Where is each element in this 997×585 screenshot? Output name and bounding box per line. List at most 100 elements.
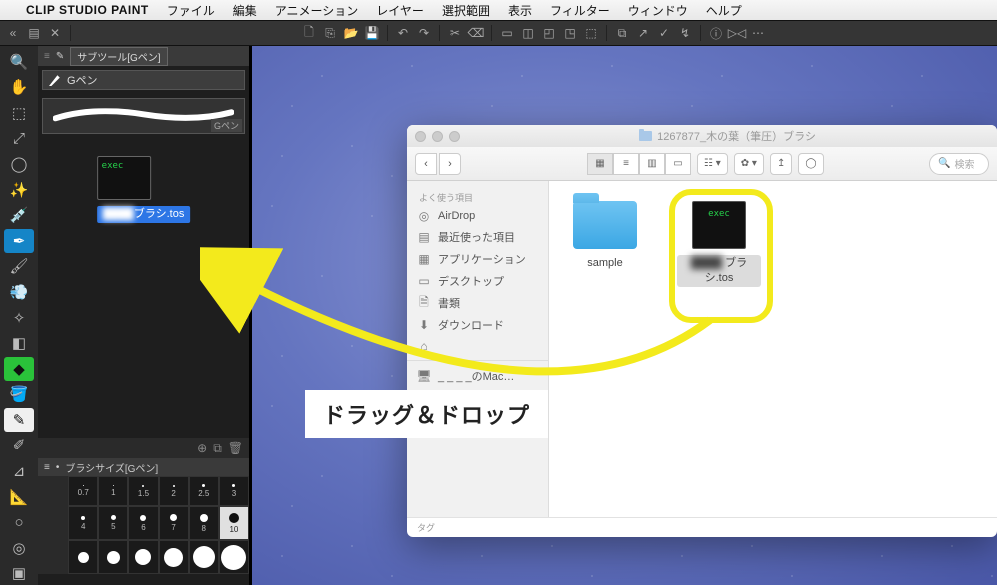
size-cell[interactable]: 1 (98, 476, 128, 506)
traffic-lights[interactable] (415, 131, 460, 142)
menu-filter[interactable]: フィルター (550, 2, 610, 19)
swatch-tool[interactable]: ▣ (4, 562, 34, 585)
size-cell[interactable]: 7 (159, 506, 189, 540)
share-button[interactable]: ↥ (770, 153, 792, 175)
new-subtool-icon[interactable]: ⊕ (197, 441, 207, 455)
play-icon[interactable]: ▷◁ (728, 24, 746, 42)
sel5-icon[interactable]: ⬚ (582, 24, 600, 42)
gallery-view-icon[interactable]: ▭ (665, 153, 691, 175)
size-cell[interactable]: 6 (128, 506, 158, 540)
new2-icon[interactable]: ⎘ (321, 24, 339, 42)
max-dot-icon[interactable] (449, 131, 460, 142)
column-view-icon[interactable]: ▥ (639, 153, 665, 175)
subtool-tab[interactable]: サブツール[Gペン] (70, 47, 167, 66)
sel1-icon[interactable]: ▭ (498, 24, 516, 42)
size-cell[interactable]: 8 (189, 506, 219, 540)
dup-subtool-icon[interactable]: ⧉ (213, 441, 222, 456)
subtool-dropdown[interactable]: Gペン (42, 70, 245, 90)
close-icon[interactable]: ✕ (46, 24, 64, 42)
brush-preview[interactable]: Gペン (42, 98, 245, 134)
menu-edit[interactable]: 編集 (233, 2, 257, 19)
balloon-tool[interactable]: ○ (4, 510, 34, 534)
ruler2-icon[interactable]: ↗ (634, 24, 652, 42)
back-button[interactable]: ‹ (415, 153, 437, 175)
list-view-icon[interactable]: ≡ (613, 153, 639, 175)
size-cell[interactable]: 2.5 (189, 476, 219, 506)
new-icon[interactable]: 🗋 (300, 24, 318, 42)
finder-window[interactable]: 1267877_木の葉（筆圧）ブラシ ‹ › ▦ ≡ ▥ ▭ ☷ ▾ ✿ ▾ ↥… (407, 125, 997, 537)
menu-icon[interactable]: ▤ (25, 24, 43, 42)
dragged-file[interactable]: exec ████ブラシ.tos (97, 156, 191, 223)
action-dropdown[interactable]: ✿ ▾ (734, 153, 764, 175)
size-cell[interactable] (219, 540, 249, 574)
arrange-dropdown[interactable]: ☷ ▾ (697, 153, 728, 175)
fill-tool[interactable]: 🪣 (4, 383, 34, 407)
app-name[interactable]: CLIP STUDIO PAINT (26, 3, 149, 17)
deco-tool[interactable]: ✧ (4, 306, 34, 330)
menu-selection[interactable]: 選択範囲 (442, 2, 490, 19)
finder-content[interactable]: sample exec ████ ブラシ.tos (549, 181, 997, 517)
size-cell[interactable] (68, 540, 98, 574)
wand-tool[interactable]: ✨ (4, 178, 34, 202)
frame-tool[interactable]: ⊿ (4, 459, 34, 483)
assist-icon[interactable]: ⓘ (707, 24, 725, 42)
finder-search[interactable]: 🔍 検索 (929, 153, 989, 175)
sidebar-item-apps[interactable]: ▦アプリケーション (407, 248, 548, 270)
forward-button[interactable]: › (439, 153, 461, 175)
size-cell[interactable] (159, 540, 189, 574)
redo-icon[interactable]: ↷ (415, 24, 433, 42)
size-cell[interactable]: 2 (159, 476, 189, 506)
size-cell[interactable]: 1.5 (128, 476, 158, 506)
dropper-tool[interactable]: 💉 (4, 203, 34, 227)
min-dot-icon[interactable] (432, 131, 443, 142)
tags-button[interactable]: ◯ (798, 153, 823, 175)
extra-icon[interactable]: ⋯ (749, 24, 767, 42)
sel2-icon[interactable]: ◫ (519, 24, 537, 42)
save-icon[interactable]: 💾 (363, 24, 381, 42)
close-dot-icon[interactable] (415, 131, 426, 142)
menu-layer[interactable]: レイヤー (376, 2, 424, 19)
sidebar-item-home[interactable]: ⌂ (407, 336, 548, 356)
move-tool[interactable]: ⬚ (4, 101, 34, 125)
blend-tool[interactable]: ◆ (4, 357, 34, 381)
search-tool[interactable]: 🔍 (4, 50, 34, 74)
sel3-icon[interactable]: ◰ (540, 24, 558, 42)
size-cell[interactable]: 0.7 (68, 476, 98, 506)
transform-tool[interactable]: ⤢ (4, 127, 34, 151)
menu-file[interactable]: ファイル (167, 2, 215, 19)
undo-icon[interactable]: ↶ (394, 24, 412, 42)
sidebar-item-desktop[interactable]: ▭デスクトップ (407, 270, 548, 292)
size-cell[interactable] (189, 540, 219, 574)
ruler3-icon[interactable]: ✓ (655, 24, 673, 42)
ruler-tool[interactable]: 📐 (4, 485, 34, 509)
subtool-drop-area[interactable]: exec ████ブラシ.tos (38, 138, 249, 438)
correct-tool[interactable]: ◎ (4, 536, 34, 560)
view-segment[interactable]: ▦ ≡ ▥ ▭ (587, 153, 691, 175)
sidebar-item-airdrop[interactable]: ◎AirDrop (407, 206, 548, 226)
ruler1-icon[interactable]: ⧉ (613, 24, 631, 42)
pen-tool[interactable]: ✒ (4, 229, 34, 253)
menu-window[interactable]: ウィンドウ (628, 2, 688, 19)
open-icon[interactable]: 📂 (342, 24, 360, 42)
sel4-icon[interactable]: ◳ (561, 24, 579, 42)
finder-item-brushfile[interactable]: exec ████ ブラシ.tos (677, 201, 761, 287)
size-cell[interactable]: 5 (98, 506, 128, 540)
finder-titlebar[interactable]: 1267877_木の葉（筆圧）ブラシ (407, 125, 997, 147)
chevrons-icon[interactable]: « (4, 24, 22, 42)
size-cell[interactable]: 4 (68, 506, 98, 540)
size-cell-selected[interactable]: 10 (219, 506, 249, 540)
finder-item-folder[interactable]: sample (563, 201, 647, 272)
size-cell[interactable]: 3 (219, 476, 249, 506)
cut-icon[interactable]: ✂ (446, 24, 464, 42)
sidebar-item-recent[interactable]: ▤最近使った項目 (407, 226, 548, 248)
hand-tool[interactable]: ✋ (4, 76, 34, 100)
size-cell[interactable] (128, 540, 158, 574)
lasso-tool[interactable]: ◯ (4, 152, 34, 176)
eraser-tool[interactable]: ◧ (4, 331, 34, 355)
menu-view[interactable]: 表示 (508, 2, 532, 19)
ruler4-icon[interactable]: ↯ (676, 24, 694, 42)
vector-tool[interactable]: ✐ (4, 434, 34, 458)
del-subtool-icon[interactable]: 🗑 (228, 441, 243, 455)
text-tool[interactable]: ✎ (4, 408, 34, 432)
erase-icon[interactable]: ⌫ (467, 24, 485, 42)
